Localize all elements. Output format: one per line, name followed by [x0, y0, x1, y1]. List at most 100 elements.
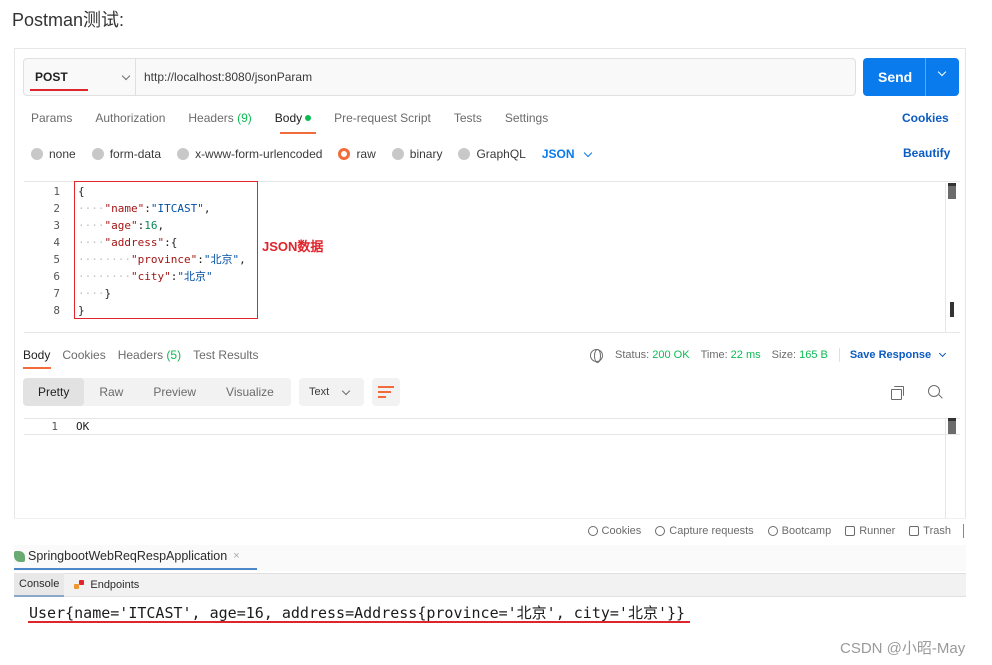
radio-binary[interactable]: binary	[391, 147, 442, 161]
active-tab-underline	[280, 132, 316, 134]
view-tab-preview[interactable]: Preview	[138, 378, 211, 406]
wrap-lines-button[interactable]	[372, 378, 400, 406]
tab-settings[interactable]: Settings	[505, 111, 548, 129]
resp-tab-test-results[interactable]: Test Results	[193, 348, 258, 364]
status-label: Status:	[615, 349, 650, 361]
view-tab-visualize[interactable]: Visualize	[211, 378, 289, 406]
search-icon[interactable]	[928, 385, 943, 400]
resp-tab-headers[interactable]: Headers (5)	[118, 348, 181, 364]
resp-tab-cookies[interactable]: Cookies	[62, 348, 105, 364]
send-label: Send	[878, 69, 913, 85]
send-options-chevron-icon[interactable]	[937, 67, 947, 77]
footer-runner[interactable]: Runner	[845, 525, 895, 537]
view-tab-pretty[interactable]: Pretty	[23, 378, 85, 406]
radio-none-circle-icon	[31, 148, 43, 160]
radio-form-data-circle-icon	[91, 148, 104, 160]
footer-bootcamp[interactable]: Bootcamp	[767, 524, 832, 537]
radio-form-data[interactable]: form-data	[91, 147, 161, 161]
copy-icon[interactable]	[891, 386, 904, 400]
chevron-down-icon	[341, 386, 351, 395]
radio-graphql[interactable]: GraphQL	[458, 147, 526, 161]
tab-body[interactable]: Body	[274, 111, 312, 129]
bootcamp-icon	[767, 525, 778, 536]
resp-active-tab-underline	[23, 367, 51, 369]
footer-divider	[963, 523, 964, 538]
radio-urlencoded-circle-icon	[177, 148, 190, 160]
line-number: 8	[53, 304, 60, 317]
request-url-bar: POST http://localhost:8080/jsonParam	[23, 58, 856, 96]
close-icon[interactable]: ×	[233, 550, 239, 562]
save-response-label: Save Response	[849, 349, 932, 361]
globe-icon[interactable]	[590, 348, 603, 363]
json-annotation-label: JSON数据	[262, 239, 324, 254]
radio-binary-circle-icon	[391, 148, 404, 160]
footer-runner-label: Runner	[859, 524, 896, 537]
json-highlight-box	[74, 181, 258, 319]
beautify-link[interactable]: Beautify	[903, 146, 950, 160]
resp-tab-headers-label: Headers	[117, 348, 164, 362]
request-tabs: Params Authorization Headers (9) Body Pr…	[31, 111, 571, 129]
radio-none[interactable]: none	[31, 147, 76, 161]
run-tab-underline	[14, 568, 257, 570]
tab-pre-request-script[interactable]: Pre-request Script	[334, 111, 431, 129]
headers-count-badge: (9)	[237, 111, 252, 125]
footer-trash[interactable]: Trash	[909, 525, 951, 537]
response-content: OK	[76, 420, 90, 433]
footer-capture-requests[interactable]: Capture requests	[655, 525, 754, 537]
url-input[interactable]: http://localhost:8080/jsonParam	[144, 70, 312, 84]
footer-bootcamp-label: Bootcamp	[781, 524, 832, 537]
response-body-viewer[interactable]	[24, 418, 960, 435]
chevron-down-icon	[939, 349, 947, 358]
response-scrollbar-thumb[interactable]	[948, 418, 956, 434]
tab-authorization[interactable]: Authorization	[95, 111, 165, 129]
line-number: 3	[53, 219, 60, 232]
raw-format-label: JSON	[541, 147, 575, 161]
tab-body-label: Body	[274, 111, 303, 125]
tab-headers-label: Headers	[188, 111, 234, 125]
radio-graphql-circle-icon	[458, 148, 471, 160]
tab-tests[interactable]: Tests	[454, 111, 482, 129]
editor-scrollbar-thumb[interactable]	[948, 183, 956, 199]
raw-format-select[interactable]: JSON	[541, 147, 592, 161]
method-highlight-underline	[30, 89, 88, 91]
run-config-tab[interactable]: SpringbootWebReqRespApplication ×	[14, 549, 240, 563]
method-label: POST	[35, 70, 68, 84]
response-format-select[interactable]: Text	[299, 378, 364, 406]
console-output: User{name='ITCAST', age=16, address=Addr…	[29, 604, 686, 622]
line-number: 2	[53, 202, 60, 215]
response-status-bar: Status: 200 OK Time: 22 ms Size: 165 B S…	[590, 348, 947, 363]
watermark: CSDN @小昭-May	[840, 640, 966, 657]
editor-scrollbar-bottom-thumb[interactable]	[950, 302, 954, 317]
spring-boot-icon	[14, 550, 25, 562]
footer-cookies-label: Cookies	[601, 524, 642, 537]
editor-gutter: 1 2 3 4 5 6 7 8	[30, 183, 60, 319]
resp-tab-body[interactable]: Body	[23, 348, 50, 364]
line-number: 1	[51, 420, 58, 433]
send-button[interactable]: Send	[863, 58, 959, 96]
tab-params[interactable]: Params	[31, 111, 72, 129]
radio-raw-selected-icon	[338, 148, 351, 160]
tab-endpoints[interactable]: Endpoints	[69, 573, 144, 597]
cookies-link[interactable]: Cookies	[902, 111, 949, 125]
tab-headers[interactable]: Headers (9)	[188, 111, 251, 129]
radio-urlencoded[interactable]: x-www-form-urlencoded	[177, 147, 322, 161]
radio-raw-label: raw	[356, 147, 376, 161]
status-value[interactable]: 200 OK	[652, 349, 689, 361]
save-response-button[interactable]: Save Response	[849, 349, 947, 361]
radio-urlencoded-label: x-www-form-urlencoded	[195, 147, 323, 161]
time-value[interactable]: 22 ms	[731, 349, 761, 361]
cookie-icon	[587, 525, 598, 536]
view-tab-raw[interactable]: Raw	[84, 378, 138, 406]
status-footer: Cookies Capture requests Bootcamp Runner…	[14, 518, 966, 542]
line-number: 7	[53, 287, 60, 300]
ide-sub-tabs: Console Endpoints	[14, 573, 966, 597]
tab-console[interactable]: Console	[14, 573, 65, 597]
response-view-tabs: Pretty Raw Preview Visualize	[23, 378, 291, 406]
chevron-down-icon	[121, 71, 131, 80]
response-scrollbar-track	[945, 418, 946, 518]
console-highlight-underline	[28, 621, 690, 623]
line-number: 4	[53, 236, 60, 249]
footer-cookies[interactable]: Cookies	[587, 524, 642, 537]
size-value[interactable]: 165 B	[799, 349, 828, 361]
radio-raw[interactable]: raw	[338, 147, 376, 161]
